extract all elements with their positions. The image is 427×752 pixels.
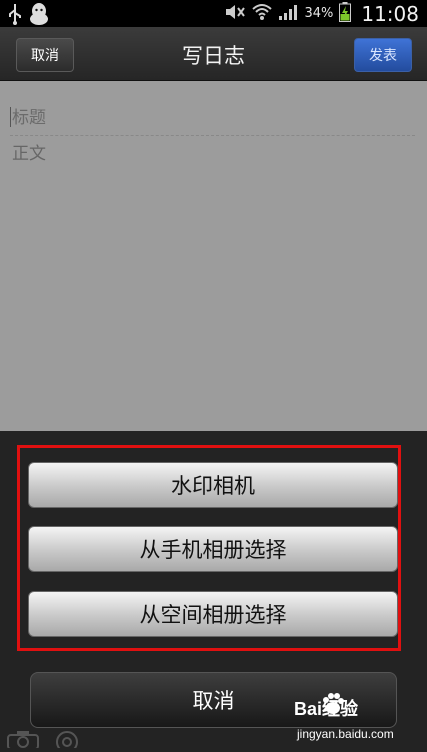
bottom-toolbar bbox=[6, 730, 80, 752]
clock: 11:08 bbox=[361, 1, 419, 26]
battery-charging-icon bbox=[339, 1, 352, 26]
baidu-jingyan-watermark: Bai经验 jingyan.baidu.com bbox=[294, 691, 419, 747]
qq-penguin-icon bbox=[28, 2, 50, 30]
at-icon[interactable] bbox=[54, 730, 80, 752]
title-placeholder: 标题 bbox=[12, 108, 46, 128]
diary-editor: 标题 正文 bbox=[0, 81, 427, 431]
battery-percent: 34% bbox=[304, 6, 334, 21]
body-input[interactable]: 正文 bbox=[12, 139, 46, 164]
signal-icon bbox=[278, 3, 298, 25]
title-input[interactable]: 标题 bbox=[10, 101, 415, 136]
text-cursor bbox=[10, 107, 11, 127]
watermark-camera-button[interactable]: 水印相机 bbox=[28, 462, 398, 508]
title-bar: 取消 写日志 发表 bbox=[0, 27, 427, 81]
watermark-brand: Bai经验 bbox=[294, 699, 359, 719]
wifi-icon bbox=[252, 3, 273, 25]
status-bar: 34% 11:08 bbox=[0, 0, 427, 27]
watermark-url: jingyan.baidu.com bbox=[297, 727, 394, 741]
camera-icon[interactable] bbox=[6, 730, 40, 752]
mute-icon bbox=[224, 3, 246, 25]
choose-from-phone-album-button[interactable]: 从手机相册选择 bbox=[28, 526, 398, 572]
usb-icon bbox=[8, 3, 22, 29]
publish-button[interactable]: 发表 bbox=[354, 38, 412, 72]
choose-from-space-album-button[interactable]: 从空间相册选择 bbox=[28, 591, 398, 637]
